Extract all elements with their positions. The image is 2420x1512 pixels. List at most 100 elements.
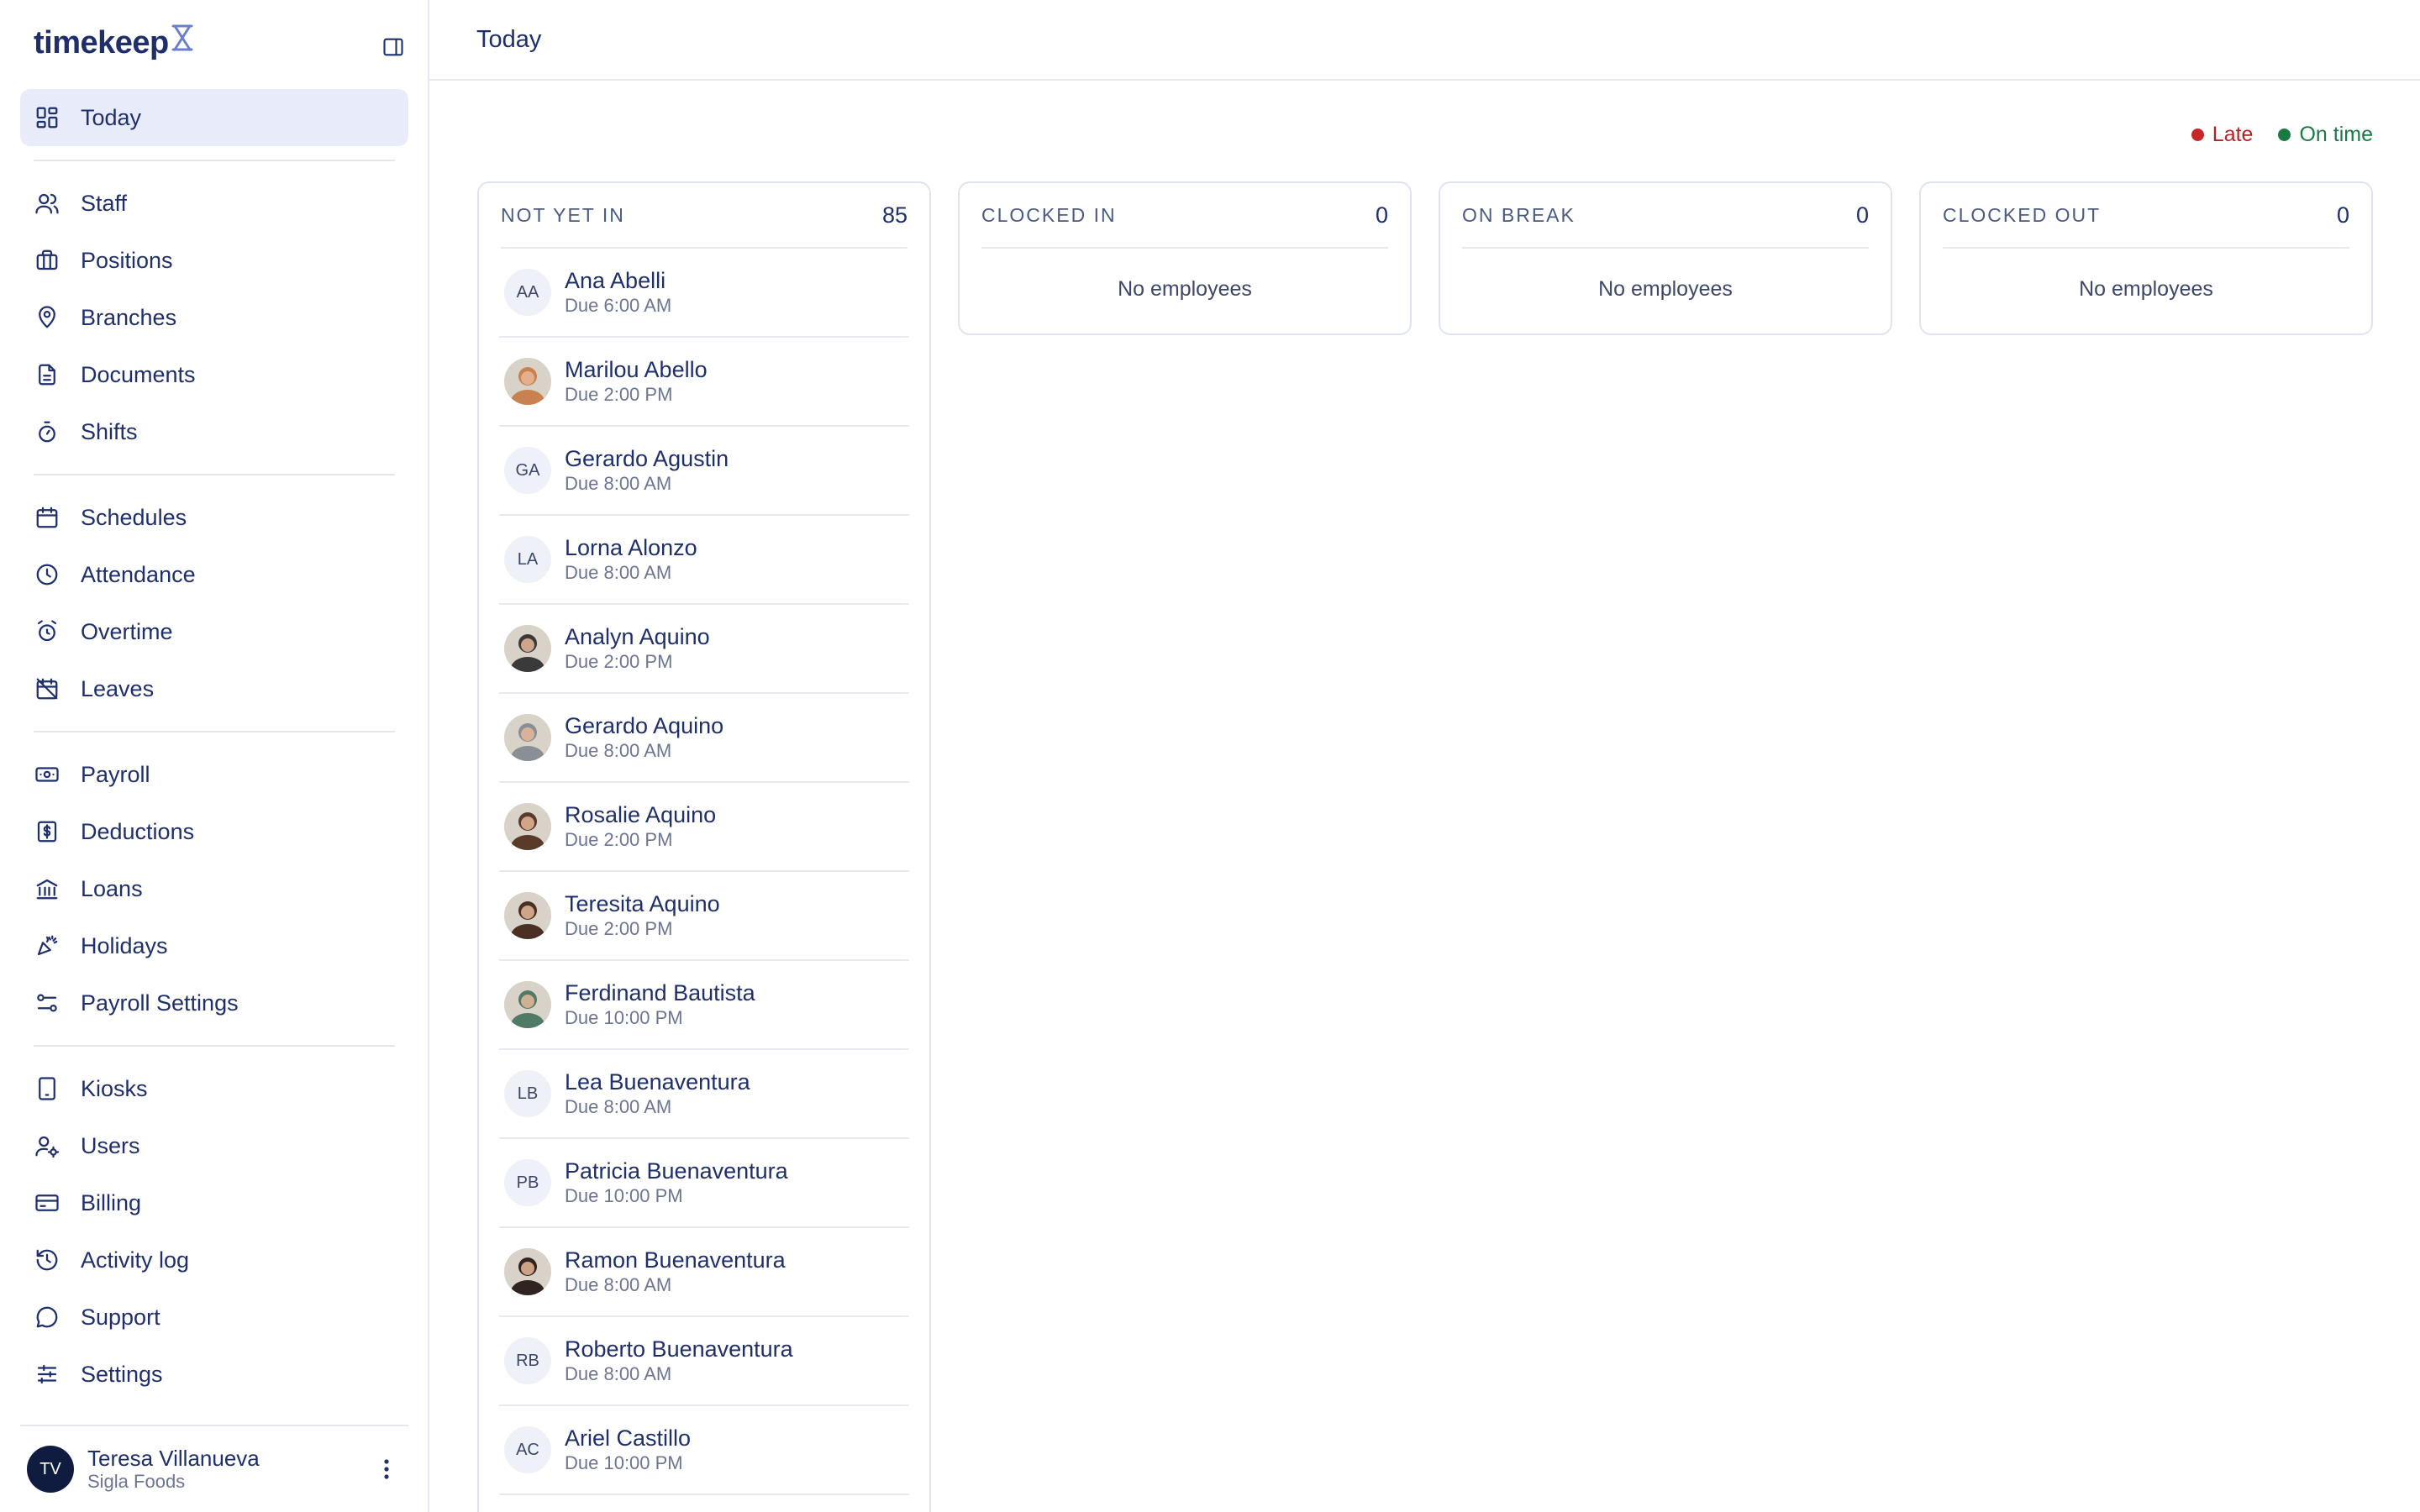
banknote-icon <box>34 761 60 788</box>
sidebar-item-attendance[interactable]: Attendance <box>20 546 408 603</box>
sidebar-item-label: Branches <box>81 304 177 330</box>
sidebar-item-leaves[interactable]: Leaves <box>20 660 408 717</box>
clock-icon <box>34 561 60 588</box>
hourglass-icon <box>171 24 194 60</box>
employee-due-time: Due 10:00 PM <box>565 1007 683 1028</box>
employee-row[interactable]: AA Ana Abelli Due 6:00 AM <box>499 249 909 338</box>
employee-row[interactable]: LB Lea Buenaventura Due 8:00 AM <box>499 1050 909 1139</box>
sidebar-nav: Today Staff Positions Branches Documents Shif… <box>20 89 408 1403</box>
employee-initials-avatar: GA <box>504 447 551 494</box>
sidebar-item-label: Positions <box>81 247 173 273</box>
sidebar-item-support[interactable]: Support <box>20 1289 408 1346</box>
sidebar-item-label: Kiosks <box>81 1075 148 1101</box>
employee-row[interactable]: PB Patricia Buenaventura Due 10:00 PM <box>499 1139 909 1228</box>
employee-row[interactable]: Rosalie Aquino Due 2:00 PM <box>499 783 909 872</box>
briefcase-icon <box>34 247 60 274</box>
employee-row[interactable]: LA Lorna Alonzo Due 8:00 AM <box>499 516 909 605</box>
employee-name: Marilou Abello <box>565 357 708 382</box>
employee-name: Analyn Aquino <box>565 624 710 649</box>
sidebar-collapse-button[interactable] <box>380 34 407 60</box>
stopwatch-icon <box>34 418 60 445</box>
user-cog-icon <box>34 1132 60 1159</box>
column-title: CLOCKED OUT <box>1943 203 2102 226</box>
employee-due-time: Due 2:00 PM <box>565 918 673 939</box>
top-bar: Today <box>429 0 2420 81</box>
sidebar-item-holidays[interactable]: Holidays <box>20 917 408 974</box>
employee-row[interactable]: RB Roberto Buenaventura Due 8:00 AM <box>499 1317 909 1406</box>
message-circle-icon <box>34 1304 60 1331</box>
sidebar-item-deductions[interactable]: Deductions <box>20 803 408 860</box>
employee-row[interactable]: Analyn Aquino Due 2:00 PM <box>499 605 909 694</box>
employee-row[interactable]: Ferdinand Bautista Due 10:00 PM <box>499 961 909 1050</box>
settings-sliders-icon <box>34 1361 60 1388</box>
page-title: Today <box>476 25 542 53</box>
column-title: NOT YET IN <box>501 203 625 226</box>
sidebar-item-activity-log[interactable]: Activity log <box>20 1231 408 1289</box>
calendar-off-icon <box>34 675 60 702</box>
sidebar-item-schedules[interactable]: Schedules <box>20 489 408 546</box>
employee-due-time: Due 8:00 AM <box>565 740 672 761</box>
employee-initials-avatar: LA <box>504 536 551 583</box>
employee-row[interactable]: Marilou Abello Due 2:00 PM <box>499 338 909 427</box>
employee-row[interactable]: Ramon Buenaventura Due 8:00 AM <box>499 1228 909 1317</box>
employee-row[interactable]: Gerardo Aquino Due 8:00 AM <box>499 694 909 783</box>
employee-row[interactable]: Teresita Aquino Due 2:00 PM <box>499 872 909 961</box>
column-title: ON BREAK <box>1462 203 1576 226</box>
employee-photo <box>504 981 551 1028</box>
employee-due-time: Due 6:00 AM <box>565 295 672 316</box>
sidebar-item-label: Users <box>81 1132 140 1158</box>
employee-due-time: Due 8:00 AM <box>565 1096 672 1117</box>
employee-name: Ana Abelli <box>565 268 666 293</box>
sidebar-item-loans[interactable]: Loans <box>20 860 408 917</box>
logo-text: timekeep <box>34 25 169 60</box>
sidebar-item-label: Staff <box>81 190 128 216</box>
employee-row[interactable]: AC Ariel Castillo Due 10:00 PM <box>499 1406 909 1495</box>
column-header: ON BREAK 0 <box>1462 183 1869 249</box>
employee-row[interactable]: GA Gerardo Agustin Due 8:00 AM <box>499 427 909 516</box>
sidebar-item-today[interactable]: Today <box>20 89 408 146</box>
employee-photo <box>504 892 551 939</box>
sidebar-item-payroll-settings[interactable]: Payroll Settings <box>20 974 408 1032</box>
sidebar-item-documents[interactable]: Documents <box>20 346 408 403</box>
sidebar-item-shifts[interactable]: Shifts <box>20 403 408 460</box>
employee-name: Lea Buenaventura <box>565 1069 750 1095</box>
column-count: 0 <box>2336 202 2349 228</box>
sidebar-item-positions[interactable]: Positions <box>20 232 408 289</box>
app-logo[interactable]: timekeep <box>34 24 194 61</box>
sidebar-item-overtime[interactable]: Overtime <box>20 603 408 660</box>
empty-state: No employees <box>1118 277 1252 301</box>
nav-divider <box>34 160 395 161</box>
column-count: 85 <box>881 202 908 228</box>
sidebar-item-label: Schedules <box>81 504 187 530</box>
employee-due-time: Due 8:00 AM <box>565 562 672 583</box>
sidebar-item-billing[interactable]: Billing <box>20 1174 408 1231</box>
sidebar-item-kiosks[interactable]: Kiosks <box>20 1060 408 1117</box>
sidebar-item-settings[interactable]: Settings <box>20 1346 408 1403</box>
column-clocked-out: CLOCKED OUT 0 No employees <box>1919 181 2373 335</box>
sidebar-item-label: Today <box>81 104 142 130</box>
sidebar-item-branches[interactable]: Branches <box>20 289 408 346</box>
sidebar-item-users[interactable]: Users <box>20 1117 408 1174</box>
sidebar-toggle-icon <box>383 38 403 56</box>
column-not-yet-in: NOT YET IN 85 AA Ana Abelli Due 6:00 AM Mar… <box>477 181 931 1512</box>
bank-icon <box>34 875 60 902</box>
user-menu-button[interactable] <box>370 1452 403 1486</box>
sidebar-item-label: Holidays <box>81 932 168 958</box>
employee-due-time: Due 8:00 AM <box>565 1274 672 1295</box>
sidebar-item-payroll[interactable]: Payroll <box>20 746 408 803</box>
calendar-icon <box>34 504 60 531</box>
sidebar-item-label: Payroll <box>81 761 150 787</box>
employee-due-time: Due 10:00 PM <box>565 1185 683 1206</box>
sidebar-item-label: Settings <box>81 1361 163 1387</box>
sidebar-item-staff[interactable]: Staff <box>20 175 408 232</box>
sidebar-item-label: Documents <box>81 361 196 387</box>
sidebar-item-label: Shifts <box>81 418 138 444</box>
legend-late: Late <box>2191 123 2253 147</box>
user-org: Sigla Foods <box>87 1471 186 1492</box>
sidebar-item-label: Activity log <box>81 1247 190 1273</box>
user-profile[interactable]: TV Teresa Villanueva Sigla Foods <box>20 1425 408 1499</box>
receipt-dollar-icon <box>34 818 60 845</box>
history-icon <box>34 1247 60 1273</box>
dashboard-icon <box>34 104 60 131</box>
employee-name: Ramon Buenaventura <box>565 1247 786 1273</box>
